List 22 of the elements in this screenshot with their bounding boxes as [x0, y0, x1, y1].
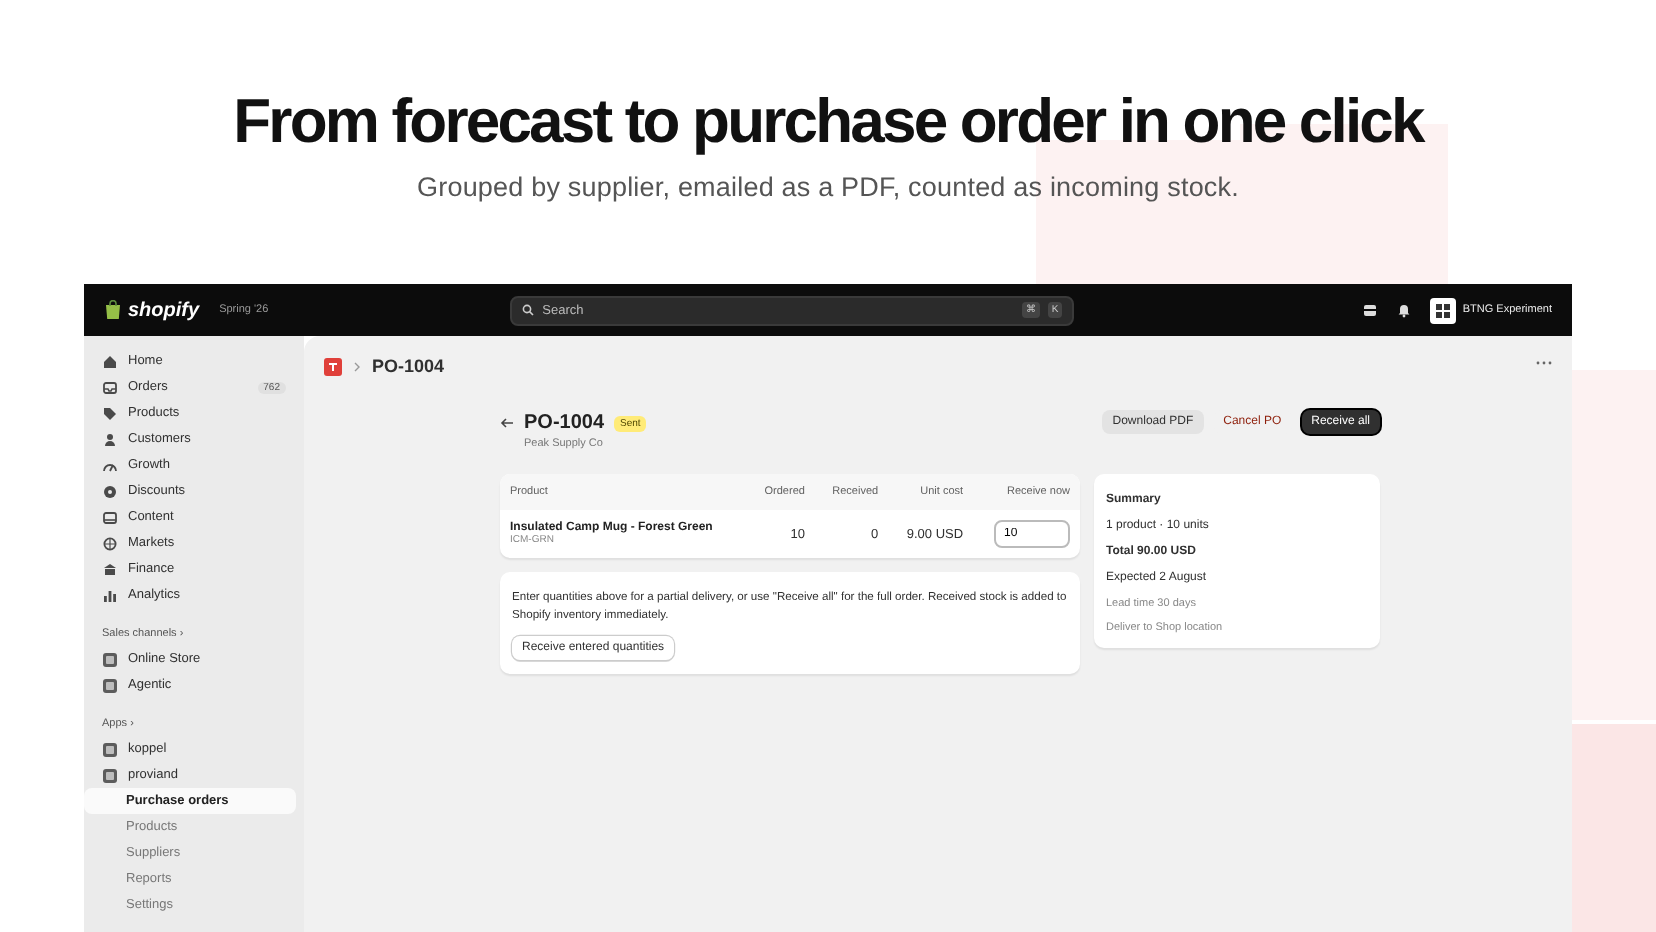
discount-icon [102, 483, 118, 499]
back-arrow-icon[interactable] [500, 418, 514, 428]
globe-icon [102, 535, 118, 551]
home-icon [102, 353, 118, 369]
subheadline: Grouped by supplier, emailed as a PDF, counted as incoming stock. [417, 172, 1239, 202]
app-logo-icon [324, 357, 342, 375]
tag-icon [102, 405, 118, 421]
person-icon [102, 431, 118, 447]
order-title: PO-1004 [524, 412, 605, 434]
bell-icon[interactable] [1396, 302, 1413, 318]
search-icon [522, 304, 535, 316]
headline: From forecast to purchase order in one click [233, 84, 1423, 160]
content-icon [102, 509, 118, 525]
chevron-icon [354, 361, 360, 371]
inbox-icon [102, 379, 118, 395]
bank-icon [102, 561, 118, 577]
store-logo-icon [1430, 297, 1457, 323]
shopping-bag-icon [104, 300, 122, 320]
breadcrumb-title: PO-1004 [372, 356, 445, 376]
brand-name: shopify [128, 299, 200, 321]
bar-chart-icon [102, 587, 118, 603]
more-icon[interactable] [1536, 360, 1552, 366]
